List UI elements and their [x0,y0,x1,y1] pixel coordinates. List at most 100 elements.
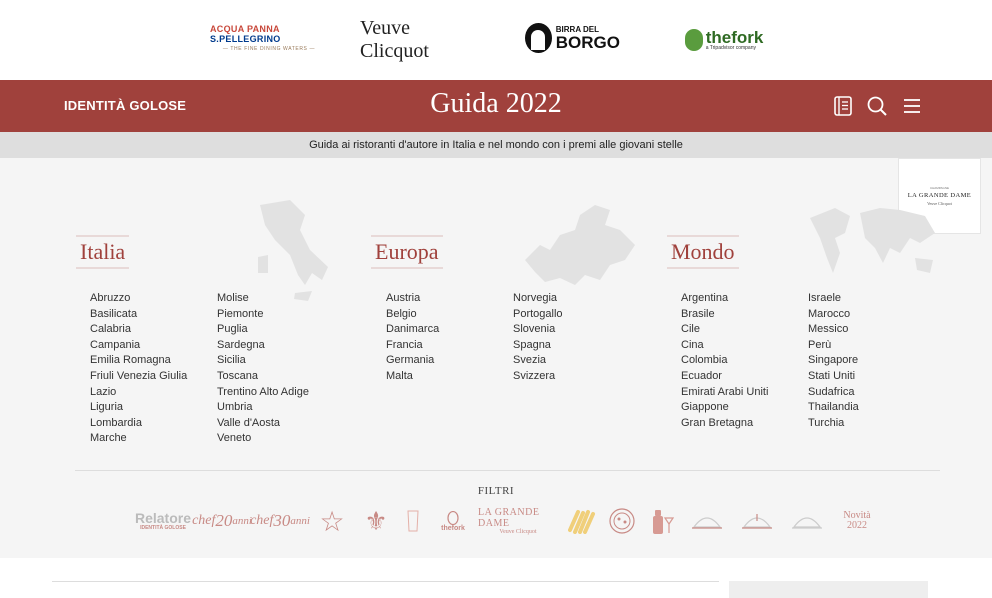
thefork-text: thefork [705,28,764,47]
filter-relatore[interactable]: Relatore IDENTITÀ GOLOSE [135,504,191,538]
country-link[interactable]: Argentina [681,291,768,307]
borgo-text: BORGO [555,32,620,52]
country-link[interactable]: Messico [808,322,859,338]
country-link[interactable]: Perù [808,338,859,354]
fleur-de-lis-icon[interactable]: ⚜ [361,504,391,538]
filter-thefork[interactable]: thefork [435,504,471,538]
tower-icon [525,23,552,53]
country-link[interactable]: Giappone [681,400,768,416]
region-link[interactable]: Sardegna [217,338,309,354]
europe-map-icon [525,205,635,285]
country-link[interactable]: Danimarca [386,322,439,338]
sponsor-bar: ACQUA PANNA S.PELLEGRINO — THE FINE DINI… [0,0,992,80]
cloche-icon-1[interactable] [690,504,724,538]
content-divider [52,581,719,582]
filter-la-grande-dame[interactable]: LA GRANDE DAME Veuve Clicquot [478,504,558,538]
country-link[interactable]: Germania [386,353,439,369]
chef30-anni: anni [290,515,310,527]
filter-novita[interactable]: Novità 2022 [835,504,879,538]
country-link[interactable]: Sudafrica [808,385,859,401]
cocktail-shaker-icon[interactable] [647,504,677,538]
country-link[interactable]: Slovenia [513,322,563,338]
region-link[interactable]: Molise [217,291,309,307]
cloche-icon-2[interactable] [740,504,774,538]
novita-year-text: 2022 [847,520,867,531]
country-link[interactable]: Israele [808,291,859,307]
cloche-icon-3[interactable] [790,504,824,538]
country-link[interactable]: Ecuador [681,369,768,385]
filter-chef-20-anni[interactable]: chef 20 anni [192,504,252,538]
region-link[interactable]: Umbria [217,400,309,416]
country-link[interactable]: Belgio [386,307,439,323]
country-link[interactable]: Brasile [681,307,768,323]
veuve-clicquot-logo[interactable]: Veuve Clicquot [360,17,480,62]
search-icon[interactable] [866,95,888,117]
region-link[interactable]: Toscana [217,369,309,385]
filter-chef-30-anni[interactable]: chef 30 anni [250,504,310,538]
country-link[interactable]: Emirati Arabi Uniti [681,385,768,401]
country-link[interactable]: Singapore [808,353,859,369]
region-link[interactable]: Veneto [217,431,309,447]
chef20-anni: anni [232,515,252,527]
region-link[interactable]: Basilicata [90,307,187,323]
region-link[interactable]: Abruzzo [90,291,187,307]
glass-icon[interactable] [403,504,423,538]
grande-dame-text: LA GRANDE DAME [478,507,540,529]
region-link[interactable]: Sicilia [217,353,309,369]
thefork-logo[interactable]: thefork a Tripadvisor company [684,20,764,60]
chef30-text: chef [250,513,274,528]
region-link[interactable]: Liguria [90,400,187,416]
star-icon[interactable]: ☆ [315,504,349,538]
italia-list-1: Abruzzo Basilicata Calabria Campania Emi… [90,291,187,447]
thefork-sub-text: a Tripadvisor company [705,45,756,51]
region-link[interactable]: Friuli Venezia Giulia [90,369,187,385]
filter-row: Relatore IDENTITÀ GOLOSE chef 20 anni chef… [135,504,875,538]
country-link[interactable]: Portogallo [513,307,563,323]
region-link[interactable]: Valle d'Aosta [217,416,309,432]
country-link[interactable]: Colombia [681,353,768,369]
guide-book-icon[interactable] [832,95,854,117]
region-link[interactable]: Emilia Romagna [90,353,187,369]
filters-label: FILTRI [477,485,515,497]
country-link[interactable]: Cile [681,322,768,338]
country-link[interactable]: Austria [386,291,439,307]
country-link[interactable]: Svezia [513,353,563,369]
birra-del-borgo-logo[interactable]: BIRRA DEL BORGO [525,18,620,58]
country-link[interactable]: Svizzera [513,369,563,385]
country-link[interactable]: Thailandia [808,400,859,416]
acqua-panna-sanpellegrino-logo[interactable]: ACQUA PANNA S.PELLEGRINO — THE FINE DINI… [210,18,328,58]
chef30-num: 30 [273,511,291,530]
region-link[interactable]: Puglia [217,322,309,338]
italy-map-icon [258,200,328,301]
italia-title[interactable]: Italia [76,235,130,269]
pizza-icon[interactable] [607,504,637,538]
region-link[interactable]: Lombardia [90,416,187,432]
country-link[interactable]: Stati Uniti [808,369,859,385]
region-link[interactable]: Trentino Alto Adige [217,385,309,401]
country-link[interactable]: Turchia [808,416,859,432]
guide-subtitle-bar: Guida ai ristoranti d'autore in Italia e… [0,132,992,158]
country-link[interactable]: Cina [681,338,768,354]
filter-thefork-text: thefork [441,524,465,532]
acqua-panna-text: ACQUA PANNA [210,24,280,34]
fine-dining-text: — THE FINE DINING WATERS — [222,46,316,52]
country-link[interactable]: Spagna [513,338,563,354]
country-link[interactable]: Norvegia [513,291,563,307]
mondo-title[interactable]: Mondo [667,235,739,269]
country-link[interactable]: Francia [386,338,439,354]
europa-list-1: Austria Belgio Danimarca Francia Germani… [386,291,439,385]
region-link[interactable]: Lazio [90,385,187,401]
region-link[interactable]: Marche [90,431,187,447]
menu-icon[interactable] [901,95,923,117]
region-link[interactable]: Calabria [90,322,187,338]
fork-leaf-icon [684,29,703,51]
country-link[interactable]: Gran Bretagna [681,416,768,432]
brush-stroke-icon[interactable] [567,504,597,538]
europa-title[interactable]: Europa [371,235,443,269]
region-link[interactable]: Campania [90,338,187,354]
country-link[interactable]: Malta [386,369,439,385]
country-link[interactable]: Marocco [808,307,859,323]
europa-list-2: Norvegia Portogallo Slovenia Spagna Svez… [513,291,563,385]
region-link[interactable]: Piemonte [217,307,309,323]
world-map-icon [810,208,935,273]
